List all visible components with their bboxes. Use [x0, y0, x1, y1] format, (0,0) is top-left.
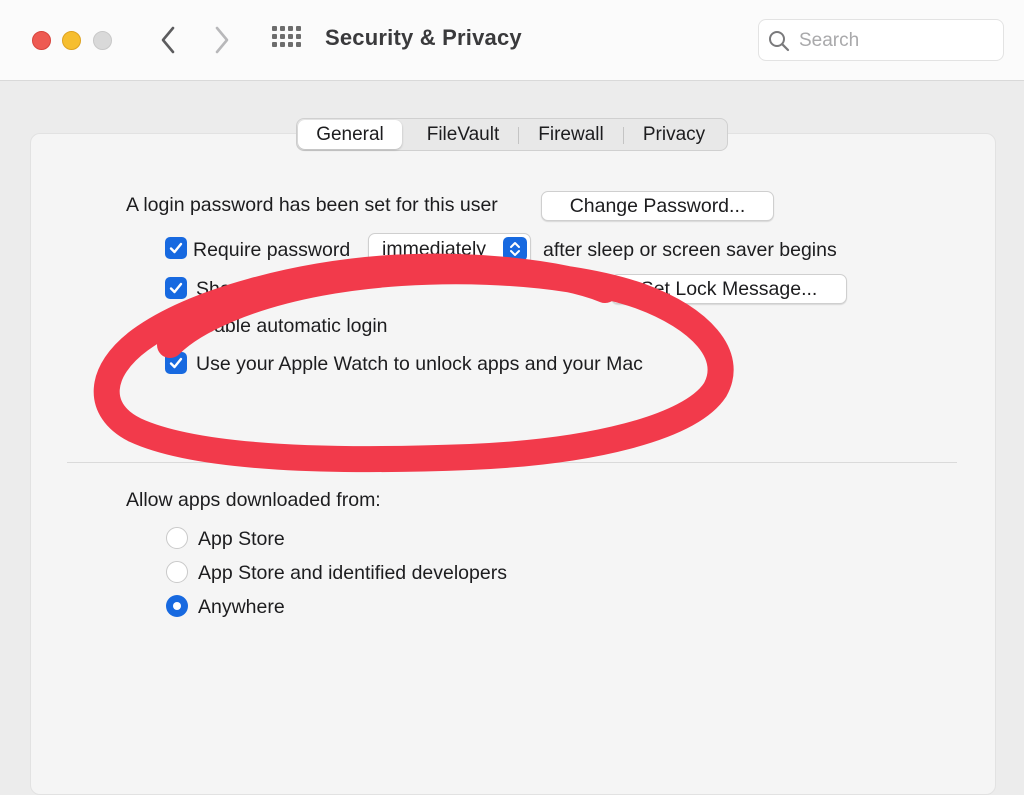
checkmark-icon — [169, 319, 183, 331]
radio-anywhere-label: Anywhere — [198, 596, 285, 618]
back-button[interactable] — [153, 22, 183, 58]
show-all-button[interactable] — [271, 26, 303, 54]
login-password-text: A login password has been set for this u… — [126, 194, 498, 216]
checkmark-icon — [169, 357, 183, 369]
tab-bar: General FileVault Firewall Privacy — [296, 118, 728, 151]
disable-automatic-login-label: isable automatic login — [200, 315, 388, 337]
tab-firewall[interactable]: Firewall — [521, 119, 621, 150]
apple-watch-unlock-checkbox[interactable] — [165, 352, 187, 374]
radio-app-store-label: App Store — [198, 528, 285, 550]
chevron-left-icon — [161, 26, 175, 54]
section-divider — [67, 462, 957, 463]
tab-filevault[interactable]: FileVault — [405, 119, 521, 150]
apple-watch-unlock-label: Use your Apple Watch to unlock apps and … — [196, 353, 643, 375]
chevron-right-icon — [215, 26, 229, 54]
show-message-label: Show a m — [196, 278, 283, 300]
tab-privacy[interactable]: Privacy — [625, 119, 723, 150]
radio-anywhere[interactable] — [166, 595, 188, 617]
change-password-button[interactable]: Change Password... — [541, 191, 774, 221]
require-password-suffix: after sleep or screen saver begins — [543, 239, 837, 261]
require-password-delay-popup[interactable]: immediately — [368, 233, 531, 265]
show-message-checkbox[interactable] — [165, 277, 187, 299]
disable-automatic-login-checkbox[interactable] — [165, 314, 187, 336]
require-password-checkbox[interactable] — [165, 237, 187, 259]
tab-general[interactable]: General — [298, 120, 402, 149]
tab-separator — [518, 127, 519, 144]
popup-selected-value: immediately — [382, 238, 487, 260]
window-title: Security & Privacy — [325, 25, 522, 50]
allow-apps-heading: Allow apps downloaded from: — [126, 489, 381, 511]
require-password-label: Require password — [193, 239, 351, 261]
set-lock-message-button[interactable]: Set Lock Message... — [611, 274, 847, 304]
up-down-arrows-icon — [503, 237, 527, 261]
window-toolbar: Security & Privacy — [0, 0, 1024, 81]
forward-button[interactable] — [207, 22, 237, 58]
close-window-button[interactable] — [32, 31, 51, 50]
tab-separator — [623, 127, 624, 144]
search-input[interactable] — [797, 26, 996, 56]
checkmark-icon — [169, 242, 183, 254]
minimize-window-button[interactable] — [62, 31, 81, 50]
radio-identified-developers[interactable] — [166, 561, 188, 583]
search-icon — [769, 31, 790, 52]
radio-identified-developers-label: App Store and identified developers — [198, 562, 507, 584]
search-field[interactable] — [758, 19, 1004, 61]
radio-app-store[interactable] — [166, 527, 188, 549]
zoom-window-button[interactable] — [93, 31, 112, 50]
checkmark-icon — [169, 282, 183, 294]
